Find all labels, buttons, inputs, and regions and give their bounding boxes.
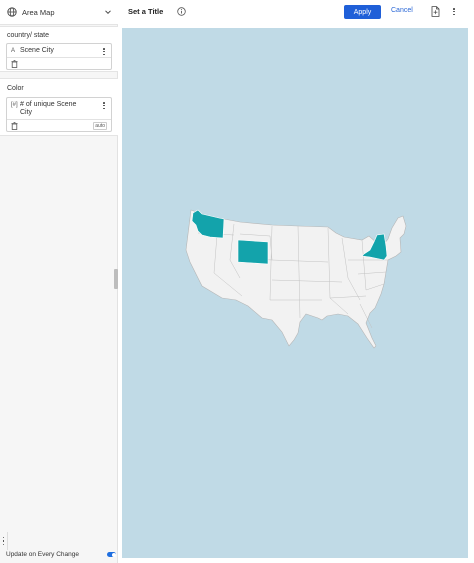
us-map [185, 209, 407, 349]
section-color: Color [#] # of unique Scene City auto [0, 78, 118, 136]
kebab-menu-icon[interactable] [101, 102, 107, 110]
field-label: Scene City [20, 47, 54, 54]
more-options-icon[interactable] [453, 8, 455, 16]
kebab-menu-icon[interactable] [101, 48, 107, 56]
text-type-icon: A [11, 47, 16, 54]
apply-button[interactable]: Apply [344, 5, 381, 19]
globe-icon [7, 7, 17, 17]
field-label: # of unique Scene City [20, 101, 77, 116]
toolbar: Set a Title Apply Cancel [119, 0, 474, 25]
chart-title[interactable]: Set a Title [128, 7, 163, 16]
update-on-change-toggle[interactable] [107, 552, 116, 557]
update-on-change-label: Update on Every Change [6, 551, 79, 558]
number-type-icon: [#] [11, 101, 18, 108]
cancel-button[interactable]: Cancel [391, 7, 413, 14]
state-wyoming[interactable] [237, 239, 269, 265]
map-canvas[interactable] [122, 28, 468, 558]
viz-type-label: Area Map [22, 7, 55, 17]
chevron-down-icon[interactable] [104, 8, 112, 16]
section-title: country/ state [7, 32, 50, 39]
info-icon[interactable] [177, 7, 186, 16]
trash-icon[interactable] [11, 121, 18, 130]
panel-options-icon[interactable] [0, 532, 8, 550]
field-pill[interactable]: A Scene City [6, 43, 112, 71]
viz-type-selector[interactable]: Area Map [0, 0, 118, 25]
left-panel: Area Map country/ state A Scene City Col… [0, 0, 118, 563]
field-pill[interactable]: [#] # of unique Scene City auto [6, 97, 112, 132]
panel-resize-handle[interactable] [114, 269, 118, 289]
section-geo: country/ state A Scene City [0, 26, 118, 72]
section-title: Color [7, 85, 24, 92]
trash-icon[interactable] [11, 59, 18, 68]
document-icon[interactable] [431, 6, 440, 17]
auto-aggregation-badge[interactable]: auto [93, 121, 107, 130]
update-on-change-row: Update on Every Change [6, 551, 116, 558]
